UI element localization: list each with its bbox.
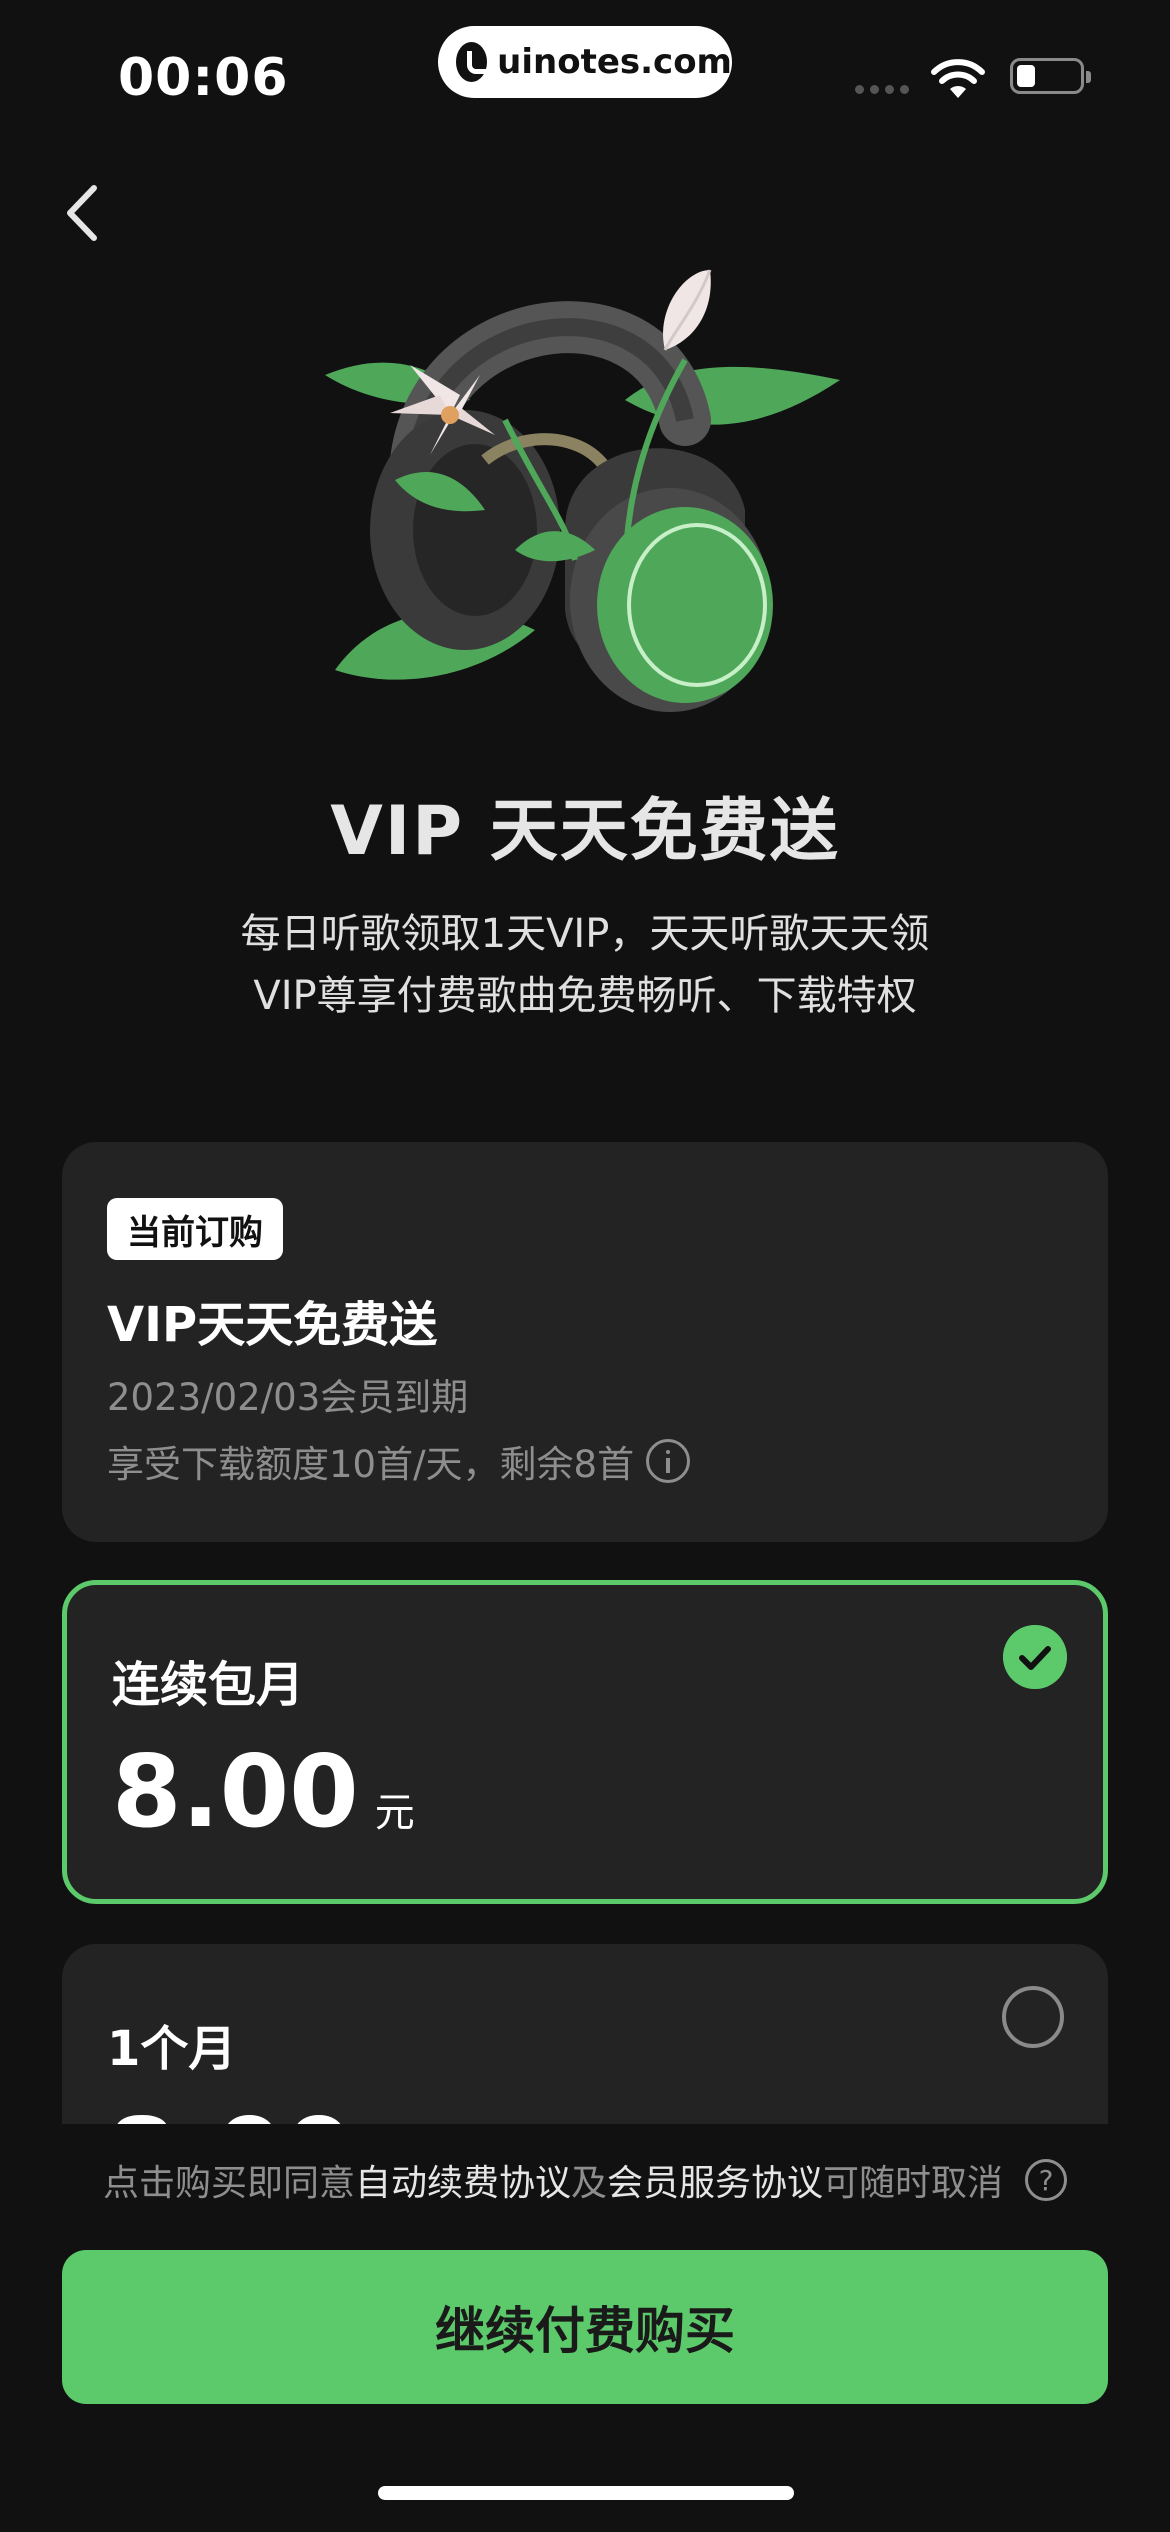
auto-renew-agreement-link[interactable]: 自动续费协议 [355, 2154, 571, 2206]
description-line-2: VIP尊享付费歌曲免费畅听、下载特权 [253, 973, 917, 1019]
continue-purchase-button[interactable]: 继续付费购买 [62, 2250, 1108, 2404]
watermark-text: uinotes.com [497, 42, 732, 82]
bottom-purchase-bar: 点击购买即同意 自动续费协议 及 会员服务协议 可随时取消 ? 继续付费购买 [0, 2124, 1170, 2532]
home-indicator[interactable] [378, 2486, 794, 2500]
wifi-icon [931, 59, 985, 98]
battery-icon [1010, 58, 1091, 94]
plan-price-row: 8.00 元 [112, 1733, 415, 1850]
headphones-flower-illustration [325, 269, 840, 712]
download-quota-row: 享受下载额度10首/天，剩余8首 [107, 1434, 691, 1488]
agreement-conjunction: 及 [570, 2163, 607, 2204]
page-description: 每日听歌领取1天VIP，天天听歌天天领 VIP尊享付费歌曲免费畅听、下载特权 [0, 903, 1170, 1027]
cellular-signal-icon [855, 85, 909, 94]
current-plan-name: VIP天天免费送 [107, 1297, 438, 1353]
membership-expiry: 2023/02/03会员到期 [107, 1376, 469, 1419]
selected-check-icon [1003, 1625, 1067, 1689]
status-bar: 00:06 uinotes.com [0, 0, 1170, 150]
agreement-prefix: 点击购买即同意 [102, 2163, 355, 2204]
download-quota: 享受下载额度10首/天，剩余8首 [107, 1443, 635, 1486]
description-line-1: 每日听歌领取1天VIP，天天听歌天天领 [240, 911, 930, 957]
status-time: 00:06 [118, 48, 289, 108]
unselected-radio-icon[interactable] [1002, 1986, 1064, 2048]
current-subscription-card: 当前订购 VIP天天免费送 2023/02/03会员到期 享受下载额度10首/天… [62, 1142, 1108, 1542]
price-unit: 元 [374, 1790, 415, 1836]
member-service-agreement-link[interactable]: 会员服务协议 [607, 2154, 823, 2206]
plan-price: 8.00 [107, 2096, 354, 2124]
agreement-suffix: 可随时取消 [823, 2163, 1004, 2204]
help-icon[interactable]: ? [1025, 2159, 1068, 2201]
back-button[interactable] [54, 178, 114, 248]
info-icon[interactable] [646, 1439, 691, 1483]
page-title: VIP 天天免费送 [330, 792, 840, 871]
vip-purchase-page: 00:06 uinotes.com VIP 天天免费送 每日听歌领取1天VIP，… [0, 0, 1170, 2532]
watermark-badge: uinotes.com [438, 26, 732, 98]
plan-price: 8.00 [112, 1733, 359, 1850]
plan-option-one-month[interactable]: 1个月 8.00 [62, 1944, 1108, 2124]
agreement-notice: 点击购买即同意 自动续费协议 及 会员服务协议 可随时取消 ? [0, 2154, 1170, 2206]
plan-name: 连续包月 [112, 1657, 305, 1713]
plan-option-monthly[interactable]: 连续包月 8.00 元 [62, 1580, 1108, 1904]
plan-name: 1个月 [107, 2021, 237, 2077]
current-subscription-badge: 当前订购 [107, 1198, 283, 1260]
uinotes-logo-icon [456, 42, 496, 82]
